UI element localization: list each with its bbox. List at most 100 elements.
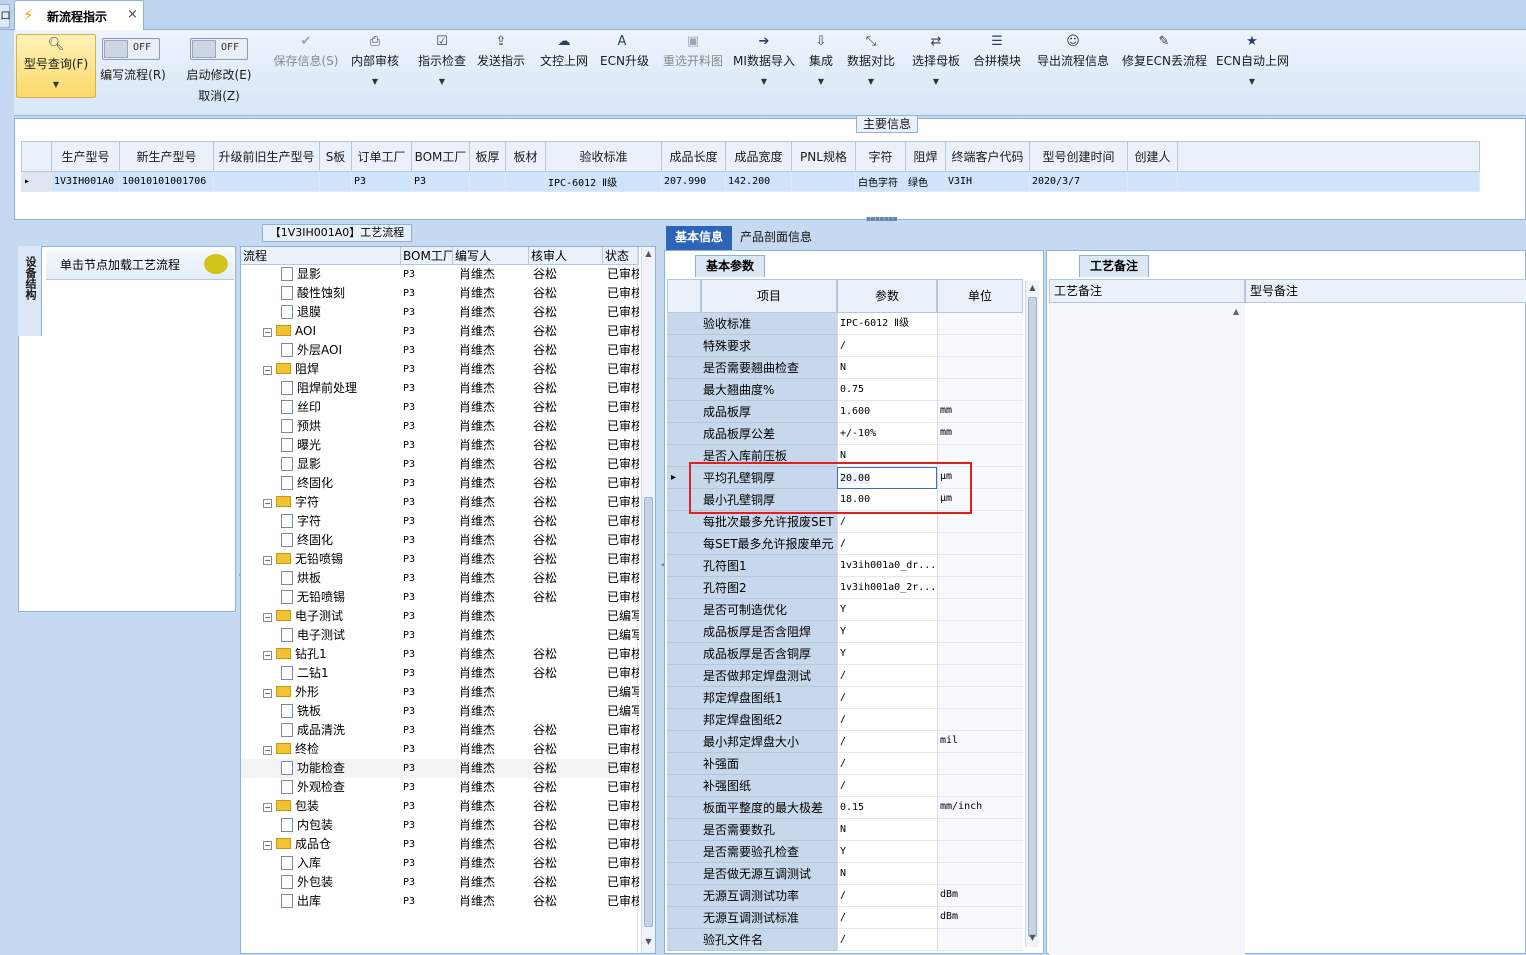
table-cell[interactable]: 142.200 bbox=[725, 171, 792, 192]
col-header[interactable]: 成品长度 bbox=[661, 141, 726, 172]
tree-row[interactable]: 入库 P3 肖维杰 谷松 已审核 bbox=[241, 854, 639, 873]
param-value[interactable]: / bbox=[837, 731, 937, 753]
left-tab-stub[interactable]: ロ bbox=[0, 4, 11, 28]
chevron-down-icon[interactable]: ▼ bbox=[910, 77, 962, 86]
param-row[interactable]: 孔符图1 1v3ih001a0_dr... bbox=[667, 555, 1023, 577]
param-row[interactable]: 无源互调测试功率 / dBm bbox=[667, 885, 1023, 907]
tree-row[interactable]: 字符 P3 肖维杰 谷松 已审核 bbox=[241, 512, 639, 531]
tree-row[interactable]: 电子测试 P3 肖维杰 已编写 bbox=[241, 626, 639, 645]
write-flow-toggle[interactable]: OFF bbox=[102, 38, 160, 60]
param-row[interactable]: 是否需要验孔检查 Y bbox=[667, 841, 1023, 863]
param-value[interactable]: 1v3ih001a0_dr... bbox=[837, 555, 937, 577]
model-query-button[interactable]: 🔍︎ 型号查询(F) ▼ bbox=[16, 34, 96, 98]
param-value[interactable]: Y bbox=[837, 643, 937, 665]
ribbon-button-11[interactable]: ☰ 合拼模块 bbox=[972, 32, 1022, 69]
tree-col-header[interactable]: 编写人 bbox=[453, 247, 529, 265]
scroll-down-icon[interactable]: ▼ bbox=[643, 937, 654, 946]
col-header[interactable]: 板材 bbox=[505, 141, 546, 172]
start-modify-button[interactable]: 启动修改(E) 取消(Z) bbox=[182, 66, 256, 104]
col-header-value[interactable]: 参数 bbox=[837, 279, 937, 313]
collapse-icon[interactable]: − bbox=[263, 746, 272, 755]
col-header-item[interactable]: 项目 bbox=[701, 279, 837, 313]
tree-row[interactable]: 外层AOI P3 肖维杰 谷松 已审核 bbox=[241, 341, 639, 360]
collapse-icon[interactable]: − bbox=[263, 651, 272, 660]
param-value[interactable]: / bbox=[837, 929, 937, 951]
param-row[interactable]: 孔符图2 1v3ih001a0_2r... bbox=[667, 577, 1023, 599]
param-row[interactable]: 板面平整度的最大极差 0.15 mm/inch bbox=[667, 797, 1023, 819]
param-value[interactable]: / bbox=[837, 687, 937, 709]
param-value[interactable]: N bbox=[837, 819, 937, 841]
param-value[interactable]: 0.15 bbox=[837, 797, 937, 819]
param-value[interactable]: / bbox=[837, 907, 937, 929]
tree-row[interactable]: 烘板 P3 肖维杰 谷松 已审核 bbox=[241, 569, 639, 588]
start-modify-toggle[interactable]: OFF bbox=[190, 38, 248, 60]
ribbon-button-8[interactable]: ⇩ 集成 ▼ bbox=[808, 32, 834, 86]
param-row[interactable]: 成品板厚 1.600 mm bbox=[667, 401, 1023, 423]
collapse-icon[interactable]: − bbox=[263, 841, 272, 850]
param-value[interactable]: 1v3ih001a0_2r... bbox=[837, 577, 937, 599]
table-cell[interactable]: 绿色 bbox=[905, 171, 946, 192]
param-row[interactable]: 是否需要数孔 N bbox=[667, 819, 1023, 841]
tree-row[interactable]: 曝光 P3 肖维杰 谷松 已审核 bbox=[241, 436, 639, 455]
param-row[interactable]: 邦定焊盘图纸2/ bbox=[667, 709, 1023, 731]
write-flow-button[interactable]: 编写流程(R) bbox=[98, 66, 168, 83]
param-row[interactable]: 验孔文件名 / bbox=[667, 929, 1023, 951]
ribbon-button-7[interactable]: ➔ MI数据导入 ▼ bbox=[732, 32, 796, 86]
table-cell[interactable] bbox=[791, 171, 856, 192]
table-cell[interactable]: IPC-6012 Ⅱ级 bbox=[545, 171, 662, 192]
param-value[interactable]: / bbox=[837, 665, 937, 687]
param-row[interactable]: 是否做邦定焊盘测试 / bbox=[667, 665, 1023, 687]
param-value[interactable]: / bbox=[837, 335, 937, 357]
collapse-icon[interactable]: − bbox=[263, 613, 272, 622]
tree-row[interactable]: 出库 P3 肖维杰 谷松 已审核 bbox=[241, 892, 639, 911]
tree-row[interactable]: − 成品仓 P3 肖维杰 谷松 已审核 bbox=[241, 835, 639, 854]
ribbon-button-14[interactable]: ★ ECN自动上网 ▼ bbox=[1216, 32, 1289, 86]
collapse-icon[interactable]: − bbox=[263, 803, 272, 812]
tree-row[interactable]: 丝印 P3 肖维杰 谷松 已审核 bbox=[241, 398, 639, 417]
param-value[interactable]: Y bbox=[837, 621, 937, 643]
tree-row[interactable]: − 外形 P3 肖维杰 已编写 bbox=[241, 683, 639, 702]
tree-row[interactable]: 无铅喷锡 P3 肖维杰 谷松 已审核 bbox=[241, 588, 639, 607]
col-header[interactable]: 升级前旧生产型号 bbox=[213, 141, 320, 172]
col-header-unit[interactable]: 单位 bbox=[937, 279, 1023, 313]
tree-row[interactable]: 二钻1 P3 肖维杰 谷松 已审核 bbox=[241, 664, 639, 683]
ribbon-button-9[interactable]: ⤡ 数据对比 ▼ bbox=[846, 32, 896, 86]
ribbon-button-13[interactable]: ✎ 修复ECN丢流程 bbox=[1122, 32, 1207, 69]
col-header-process-notes[interactable]: 工艺备注 bbox=[1049, 279, 1245, 303]
param-row[interactable]: 最小邦定焊盘大小 / mil bbox=[667, 731, 1023, 753]
table-cell[interactable]: V3IH bbox=[945, 171, 1030, 192]
param-value[interactable]: / bbox=[837, 533, 937, 555]
col-header[interactable]: 阻焊 bbox=[905, 141, 946, 172]
param-value[interactable]: 1.600 bbox=[837, 401, 937, 423]
chevron-down-icon[interactable]: ▼ bbox=[846, 77, 896, 86]
tab-basic-info[interactable]: 基本信息 bbox=[666, 226, 732, 250]
param-row[interactable]: 成品板厚是否含阻焊 Y bbox=[667, 621, 1023, 643]
ribbon-button-6[interactable]: ▣ 重选开料图 bbox=[658, 32, 728, 69]
tree-row[interactable]: 显影 P3 肖维杰 谷松 已审核 bbox=[241, 455, 639, 474]
col-header[interactable]: 验收标准 bbox=[545, 141, 662, 172]
tree-col-header[interactable]: 核审人 bbox=[529, 247, 603, 265]
tree-row[interactable]: 显影 P3 肖维杰 谷松 已审核 bbox=[241, 265, 639, 284]
tree-row[interactable]: 终固化 P3 肖维杰 谷松 已审核 bbox=[241, 531, 639, 550]
col-header[interactable]: 终端客户代码 bbox=[945, 141, 1030, 172]
tree-row[interactable]: 退膜 P3 肖维杰 谷松 已审核 bbox=[241, 303, 639, 322]
param-row[interactable]: 无源互调测试标准 / dBm bbox=[667, 907, 1023, 929]
tree-row[interactable]: 外观检查 P3 肖维杰 谷松 已审核 bbox=[241, 778, 639, 797]
param-value[interactable]: / bbox=[837, 753, 937, 775]
tree-row[interactable]: − AOI P3 肖维杰 谷松 已审核 bbox=[241, 322, 639, 341]
col-header[interactable]: 成品宽度 bbox=[725, 141, 792, 172]
scroll-thumb[interactable] bbox=[1028, 297, 1037, 937]
tree-row[interactable]: − 电子测试 P3 肖维杰 已编写 bbox=[241, 607, 639, 626]
table-row[interactable]: ▸ 1V3IH001A0 10010101001706 P3 P3 IPC-6012 Ⅱ级… bbox=[21, 171, 1480, 192]
tree-col-header[interactable]: 流程 bbox=[241, 247, 401, 265]
table-cell[interactable]: P3 bbox=[411, 171, 470, 192]
param-value[interactable]: N bbox=[837, 357, 937, 379]
param-value[interactable]: IPC-6012 Ⅱ级 bbox=[837, 313, 937, 335]
tree-row[interactable]: − 钻孔1 P3 肖维杰 谷松 已审核 bbox=[241, 645, 639, 664]
table-cell[interactable]: 白色字符 bbox=[855, 171, 906, 192]
tree-row[interactable]: − 阻焊 P3 肖维杰 谷松 已审核 bbox=[241, 360, 639, 379]
table-cell[interactable] bbox=[1127, 171, 1178, 192]
param-row[interactable]: 补强图纸 / bbox=[667, 775, 1023, 797]
tree-row[interactable]: 内包装 P3 肖维杰 谷松 已审核 bbox=[241, 816, 639, 835]
param-row[interactable]: 是否可制造优化 Y bbox=[667, 599, 1023, 621]
